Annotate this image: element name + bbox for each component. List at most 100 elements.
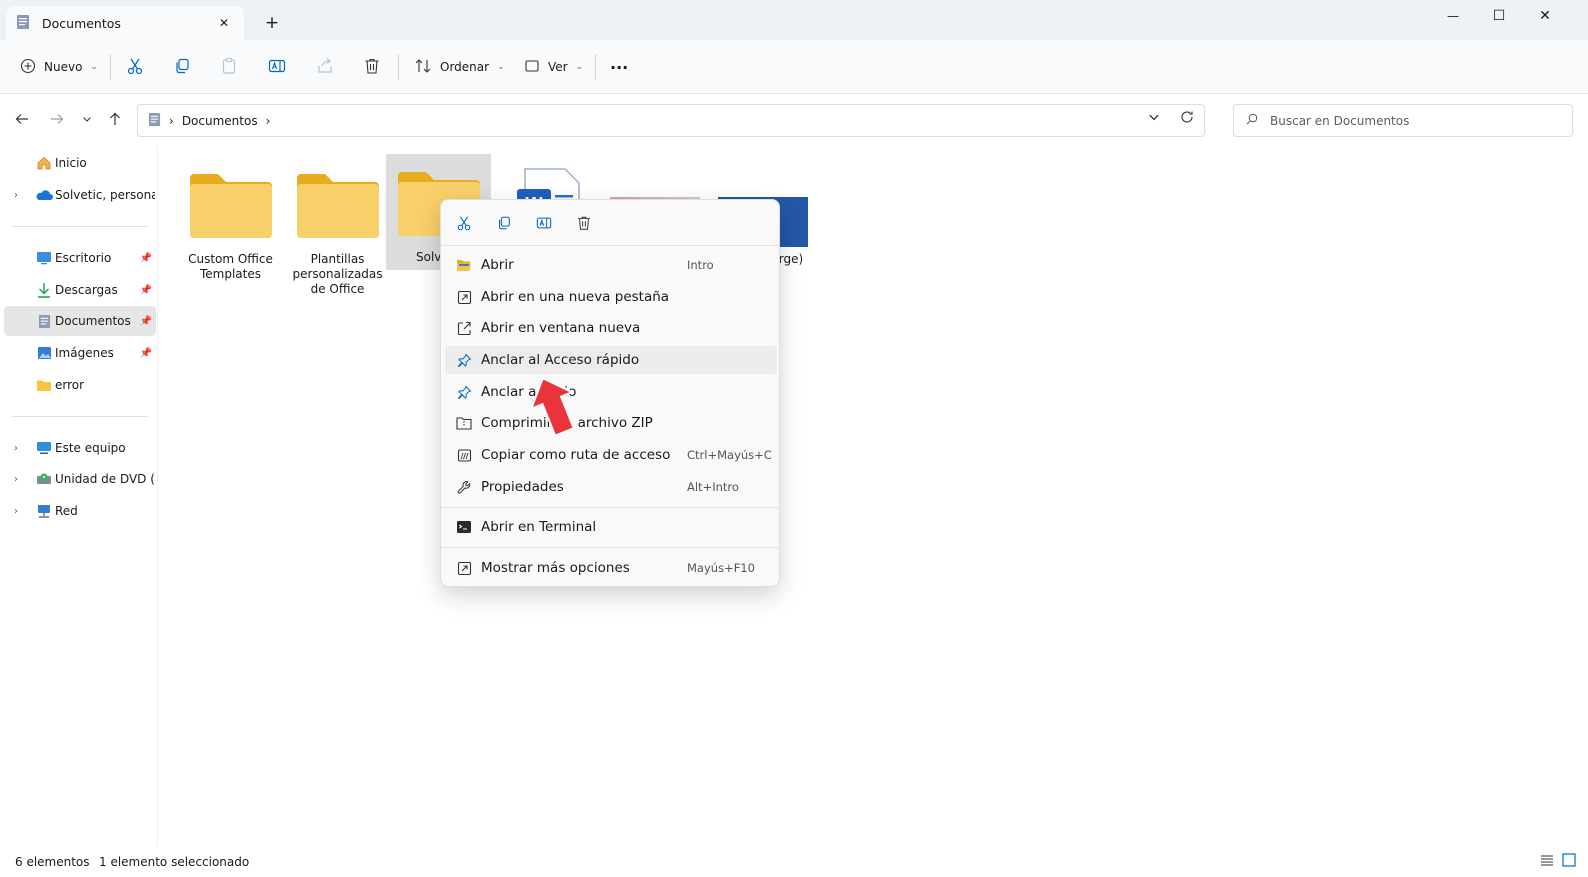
pin-icon[interactable]: 📌 xyxy=(140,285,152,296)
sort-button[interactable]: Ordenar ⌄ xyxy=(414,52,505,82)
navigation-pane: Inicio › Solvetic, personal Escritorio 📌… xyxy=(0,146,158,846)
menu-item-abrir[interactable]: Abrir Intro xyxy=(445,251,777,279)
chevron-right-icon[interactable]: › xyxy=(14,474,24,485)
menu-item-abrir-terminal[interactable]: Abrir en Terminal xyxy=(445,513,777,541)
search-placeholder: Buscar en Documentos xyxy=(1270,113,1410,128)
cut-icon[interactable] xyxy=(453,212,475,234)
chevron-right-icon[interactable]: › xyxy=(14,443,24,454)
file-name: Plantillas personalizadas de Office xyxy=(292,252,383,296)
new-label: Nuevo xyxy=(44,60,83,74)
folder-icon xyxy=(293,166,383,244)
desktop-icon xyxy=(35,249,53,267)
delete-icon[interactable] xyxy=(573,212,595,234)
delete-button[interactable] xyxy=(363,52,381,82)
title-bar: Documentos ✕ + — ☐ ✕ xyxy=(0,0,1588,40)
forward-button[interactable] xyxy=(46,108,68,130)
pin-icon[interactable]: 📌 xyxy=(140,316,152,327)
sidebar-item-onedrive[interactable]: › Solvetic, personal xyxy=(4,180,156,210)
sidebar-item-label: Imágenes xyxy=(55,346,114,360)
view-button[interactable]: Ver ⌄ xyxy=(524,52,583,82)
more-options-button[interactable]: ··· xyxy=(610,52,628,82)
file-view[interactable]: Custom Office Templates Plantillas perso… xyxy=(158,146,1588,846)
share-button[interactable] xyxy=(316,52,334,82)
sort-label: Ordenar xyxy=(440,60,490,74)
command-bar: Nuevo ⌄ Ordenar ⌄ Ver ⌄ ··· xyxy=(0,40,1588,94)
address-row: › Documentos › Buscar en Documentos xyxy=(0,94,1588,146)
status-bar: 6 elementos 1 elemento seleccionado xyxy=(0,846,1588,877)
menu-item-ventana-nueva[interactable]: Abrir en ventana nueva xyxy=(445,314,777,342)
chevron-down-icon: ⌄ xyxy=(575,62,584,72)
sidebar-item-imagenes[interactable]: Imágenes 📌 xyxy=(4,338,156,368)
toolbar-divider xyxy=(398,54,399,80)
context-menu-quick-actions xyxy=(441,200,779,246)
address-history-chevron-icon[interactable] xyxy=(1148,111,1160,126)
sidebar-item-este-equipo[interactable]: › Este equipo xyxy=(4,433,156,463)
back-button[interactable] xyxy=(11,108,33,130)
up-button[interactable] xyxy=(104,108,126,130)
file-item-plantillas[interactable]: Plantillas personalizadas de Office xyxy=(285,156,390,306)
pointer-arrow-icon xyxy=(529,376,576,438)
details-view-icon[interactable] xyxy=(1540,853,1554,870)
menu-item-comprimir-zip[interactable]: Comprimir en archivo ZIP xyxy=(445,409,777,437)
paste-button[interactable] xyxy=(220,52,238,82)
view-label: Ver xyxy=(548,60,568,74)
more-icon: ··· xyxy=(610,57,629,77)
sidebar-item-dvd[interactable]: › Unidad de DVD (D:) xyxy=(4,464,156,494)
close-window-button[interactable]: ✕ xyxy=(1522,0,1568,32)
menu-item-anclar-inicio[interactable]: Anclar a Inicio xyxy=(445,378,777,406)
menu-item-label: Abrir en ventana nueva xyxy=(481,320,641,336)
sidebar-item-documentos[interactable]: Documentos 📌 xyxy=(4,306,156,336)
copy-icon[interactable] xyxy=(493,212,515,234)
sidebar-item-label: Unidad de DVD (D:) xyxy=(55,472,155,486)
sidebar-item-error[interactable]: error xyxy=(4,370,156,400)
tiles-view-icon[interactable] xyxy=(1562,853,1576,870)
address-bar[interactable]: › Documentos › xyxy=(137,104,1205,137)
folder-icon xyxy=(35,376,53,394)
search-input[interactable]: Buscar en Documentos xyxy=(1233,104,1573,137)
menu-item-shortcut: Alt+Intro xyxy=(687,480,739,494)
pin-icon xyxy=(455,383,473,401)
tab-documentos[interactable]: Documentos ✕ xyxy=(6,6,244,40)
new-tab-button[interactable]: + xyxy=(262,13,282,33)
rename-icon[interactable] xyxy=(533,212,555,234)
documents-icon xyxy=(35,312,53,330)
sidebar-item-red[interactable]: › Red xyxy=(4,496,156,526)
file-item-custom-office-templates[interactable]: Custom Office Templates xyxy=(178,156,283,306)
refresh-icon[interactable] xyxy=(1180,110,1194,127)
rename-button[interactable] xyxy=(268,52,286,82)
copy-button[interactable] xyxy=(173,52,191,82)
maximize-button[interactable]: ☐ xyxy=(1476,0,1522,32)
new-button[interactable]: Nuevo ⌄ xyxy=(20,52,98,82)
sidebar-item-descargas[interactable]: Descargas 📌 xyxy=(4,275,156,305)
cut-button[interactable] xyxy=(126,52,144,82)
sidebar-item-label: Inicio xyxy=(55,156,87,170)
pc-icon xyxy=(35,439,53,457)
wrench-icon xyxy=(455,478,473,496)
breadcrumb-separator[interactable]: › xyxy=(266,114,271,128)
copy-icon xyxy=(173,57,191,78)
zip-icon xyxy=(455,414,473,432)
menu-item-label: Propiedades xyxy=(481,479,564,495)
chevron-right-icon[interactable]: › xyxy=(14,506,24,517)
breadcrumb-documentos[interactable]: Documentos xyxy=(182,114,258,128)
plus-circle-icon xyxy=(20,58,36,77)
sidebar-item-label: Descargas xyxy=(55,283,118,297)
sidebar-item-escritorio[interactable]: Escritorio 📌 xyxy=(4,243,156,273)
sidebar-item-inicio[interactable]: Inicio xyxy=(4,148,156,178)
chevron-right-icon[interactable]: › xyxy=(14,190,24,201)
menu-item-copiar-ruta[interactable]: Copiar como ruta de acceso Ctrl+Mayús+C xyxy=(445,441,777,469)
pin-icon[interactable]: 📌 xyxy=(140,253,152,264)
close-tab-icon[interactable]: ✕ xyxy=(214,13,234,33)
menu-item-nueva-pestana[interactable]: Abrir en una nueva pestaña xyxy=(445,283,777,311)
sidebar-item-label: Documentos xyxy=(55,314,131,328)
arrow-right-icon xyxy=(51,114,64,124)
menu-item-label: Abrir xyxy=(481,257,514,273)
menu-item-propiedades[interactable]: Propiedades Alt+Intro xyxy=(445,473,777,501)
pin-icon[interactable]: 📌 xyxy=(140,348,152,359)
menu-item-mostrar-mas-opciones[interactable]: Mostrar más opciones Mayús+F10 xyxy=(445,554,777,582)
menu-item-anclar-acceso-rapido[interactable]: Anclar al Acceso rápido xyxy=(445,346,777,374)
paste-icon xyxy=(220,57,238,78)
recent-locations-button[interactable] xyxy=(76,108,98,130)
sidebar-item-label: error xyxy=(55,378,85,392)
minimize-button[interactable]: — xyxy=(1430,0,1476,32)
